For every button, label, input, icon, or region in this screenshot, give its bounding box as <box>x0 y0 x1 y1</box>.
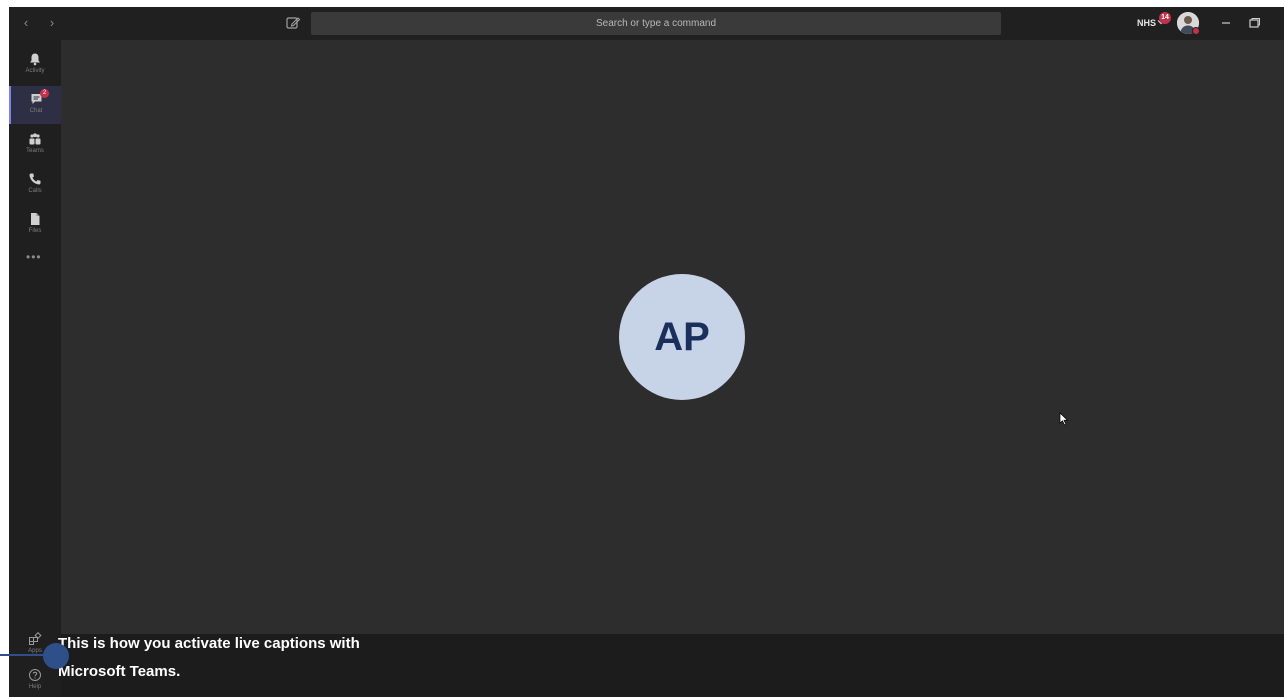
live-caption-text: This is how you activate live captions w… <box>58 630 418 686</box>
minimize-icon[interactable] <box>1218 15 1234 31</box>
phone-icon <box>29 173 41 185</box>
mouse-cursor-icon <box>1059 412 1069 426</box>
chevron-left-icon[interactable]: ‹ <box>19 16 33 30</box>
participant-avatar: AP <box>619 274 745 400</box>
chevron-right-icon[interactable]: › <box>45 16 59 30</box>
search-input[interactable]: Search or type a command <box>311 12 1001 35</box>
file-icon <box>31 213 40 225</box>
help-icon <box>29 669 41 681</box>
rail-item-files[interactable]: Files <box>9 206 61 244</box>
teams-window: ‹ › Search or type a command NHS 14 Acti… <box>9 7 1284 697</box>
teams-icon <box>29 133 41 145</box>
app-rail: Activity 2 Chat Teams Calls Files ••• Ap… <box>9 40 61 697</box>
rail-label: Teams <box>26 148 44 154</box>
presence-busy-icon <box>1192 27 1200 35</box>
rail-label: Activity <box>25 68 45 74</box>
title-bar: ‹ › Search or type a command NHS 14 <box>9 7 1284 40</box>
rail-label: Help <box>28 684 42 690</box>
rail-label: Files <box>28 228 42 234</box>
caption-line: Microsoft Teams. <box>58 663 181 680</box>
rail-item-activity[interactable]: Activity <box>9 46 61 84</box>
history-nav: ‹ › <box>19 16 59 30</box>
compose-icon[interactable] <box>285 15 301 31</box>
org-switcher[interactable]: NHS <box>1137 16 1156 30</box>
chat-unread-badge: 2 <box>40 89 49 98</box>
bell-icon <box>30 53 40 66</box>
rail-label: Calls <box>28 188 42 194</box>
apps-icon <box>29 632 42 645</box>
rail-item-calls[interactable]: Calls <box>9 166 61 204</box>
notification-badge: 14 <box>1159 12 1171 24</box>
rail-item-teams[interactable]: Teams <box>9 126 61 164</box>
callout-dot <box>43 643 69 669</box>
caption-line: This is how you activate live captions w… <box>58 635 360 652</box>
rail-item-chat[interactable]: 2 Chat <box>9 86 61 124</box>
restore-icon[interactable] <box>1246 15 1262 31</box>
more-apps-icon[interactable]: ••• <box>26 250 42 264</box>
rail-label: Chat <box>29 108 43 114</box>
meeting-stage: AP <box>61 40 1284 634</box>
